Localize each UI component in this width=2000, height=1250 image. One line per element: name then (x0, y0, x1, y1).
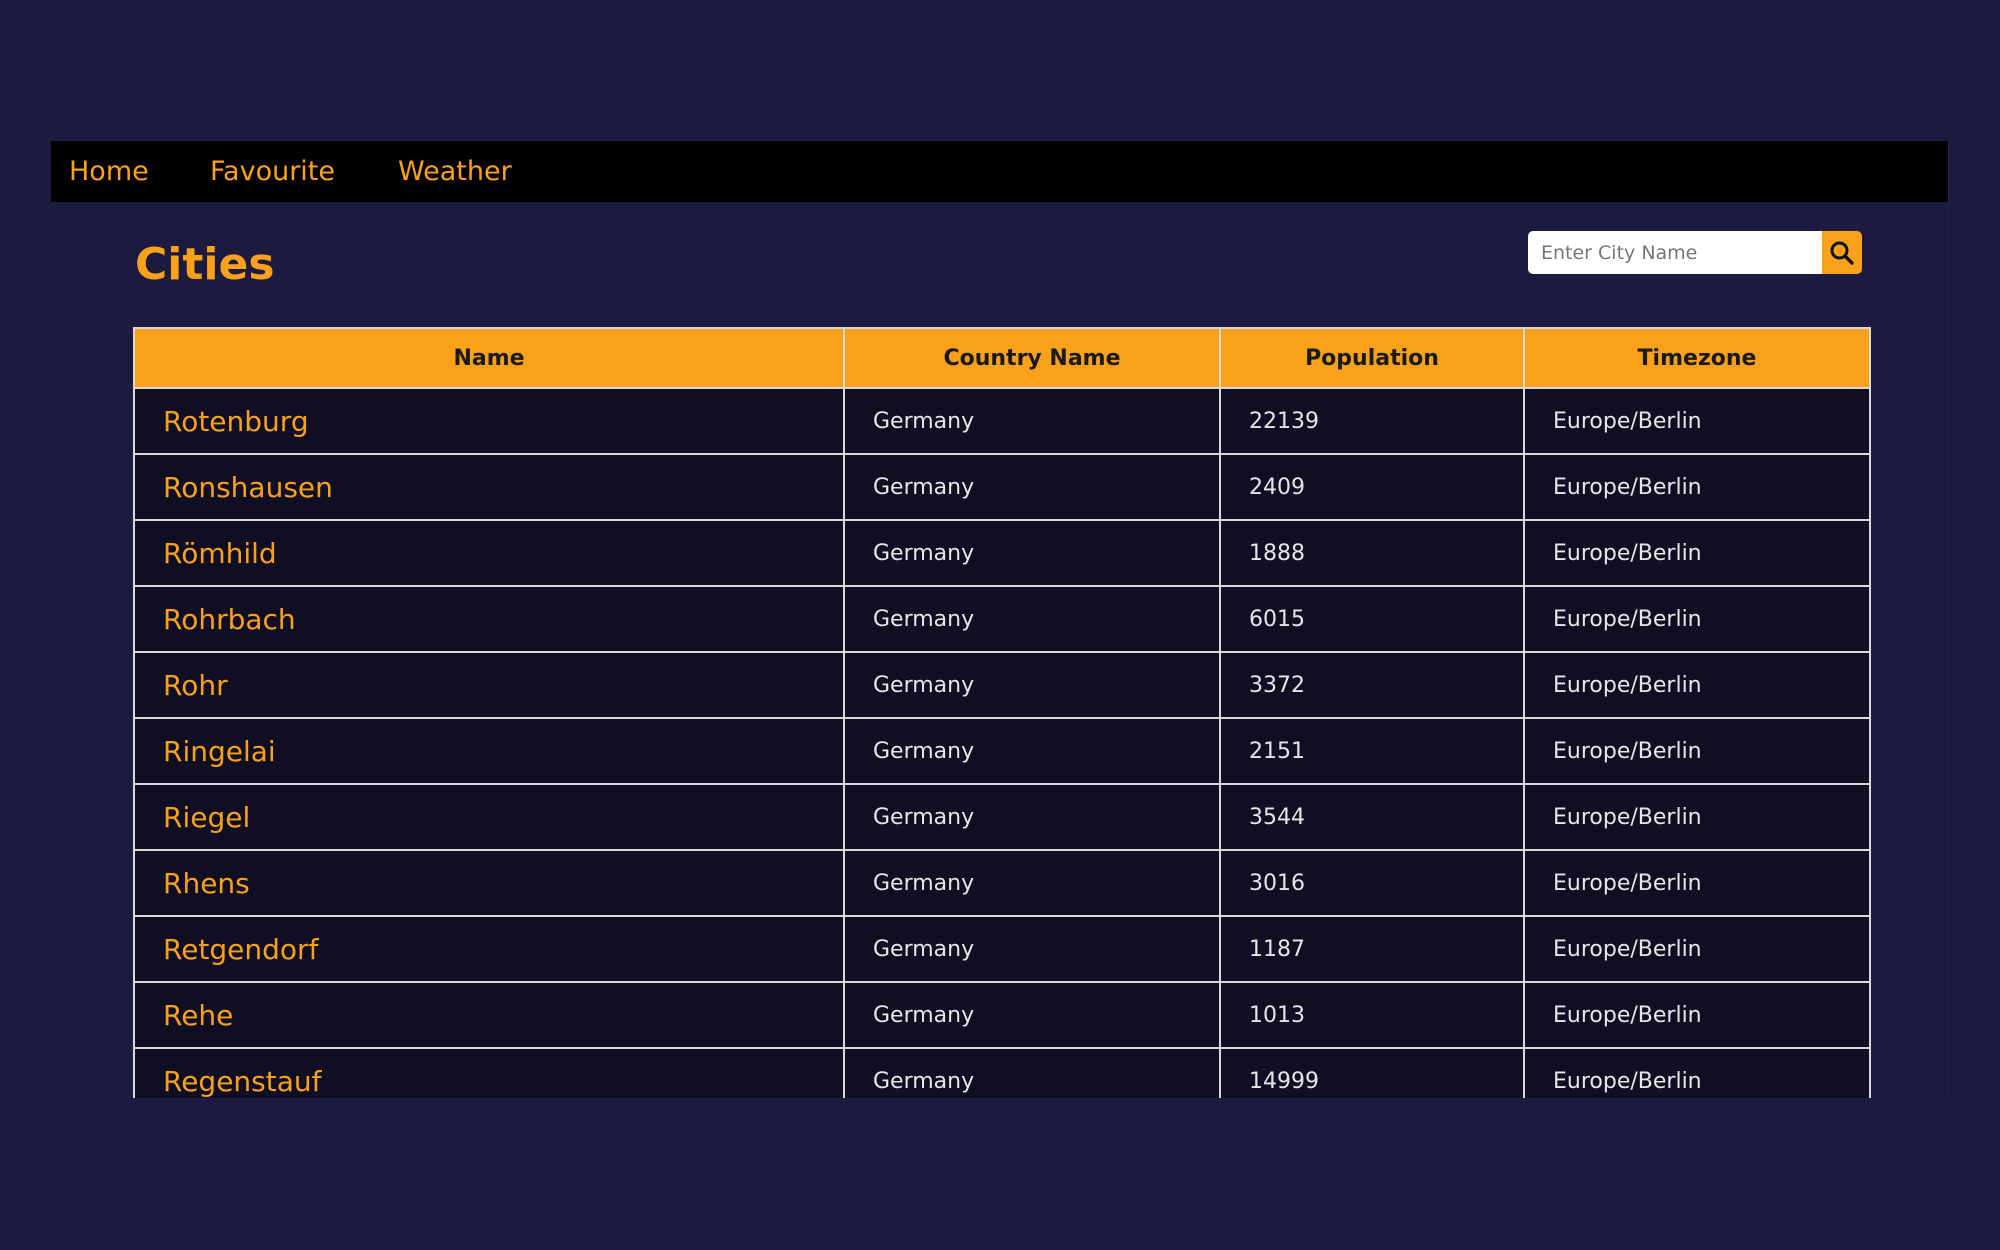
city-name-link[interactable]: Riegel (133, 783, 845, 851)
table-row: Römhild Germany 1888 Europe/Berlin (133, 519, 1871, 587)
timezone-cell: Europe/Berlin (1523, 849, 1871, 917)
table-row: Ringelai Germany 2151 Europe/Berlin (133, 717, 1871, 785)
table-row: Riegel Germany 3544 Europe/Berlin (133, 783, 1871, 851)
timezone-cell: Europe/Berlin (1523, 915, 1871, 983)
city-name-link[interactable]: Ringelai (133, 717, 845, 785)
city-name-link[interactable]: Retgendorf (133, 915, 845, 983)
city-name-link[interactable]: Rohrbach (133, 585, 845, 653)
country-cell: Germany (843, 585, 1221, 653)
timezone-cell: Europe/Berlin (1523, 387, 1871, 455)
timezone-cell: Europe/Berlin (1523, 717, 1871, 785)
country-cell: Germany (843, 387, 1221, 455)
population-cell: 2409 (1219, 453, 1525, 521)
population-cell: 1187 (1219, 915, 1525, 983)
timezone-cell: Europe/Berlin (1523, 981, 1871, 1049)
search-box (1528, 231, 1862, 274)
nav-favourite-link[interactable]: Favourite (210, 141, 335, 202)
population-cell: 22139 (1219, 387, 1525, 455)
timezone-cell: Europe/Berlin (1523, 651, 1871, 719)
country-cell: Germany (843, 453, 1221, 521)
country-cell: Germany (843, 651, 1221, 719)
city-name-link[interactable]: Rhens (133, 849, 845, 917)
country-cell: Germany (843, 1047, 1221, 1098)
table-row: Rohrbach Germany 6015 Europe/Berlin (133, 585, 1871, 653)
population-cell: 3372 (1219, 651, 1525, 719)
population-cell: 14999 (1219, 1047, 1525, 1098)
table-row: Ronshausen Germany 2409 Europe/Berlin (133, 453, 1871, 521)
table-row: Rehe Germany 1013 Europe/Berlin (133, 981, 1871, 1049)
population-cell: 6015 (1219, 585, 1525, 653)
country-cell: Germany (843, 783, 1221, 851)
header-name: Name (133, 327, 845, 389)
timezone-cell: Europe/Berlin (1523, 453, 1871, 521)
population-cell: 3016 (1219, 849, 1525, 917)
nav-home-link[interactable]: Home (69, 141, 149, 202)
country-cell: Germany (843, 981, 1221, 1049)
header-country-name: Country Name (843, 327, 1221, 389)
cities-table: Name Country Name Population Timezone Ro… (133, 327, 1871, 1098)
table-row: Rhens Germany 3016 Europe/Berlin (133, 849, 1871, 917)
header-population: Population (1219, 327, 1525, 389)
country-cell: Germany (843, 849, 1221, 917)
city-name-link[interactable]: Römhild (133, 519, 845, 587)
search-input[interactable] (1528, 231, 1822, 274)
city-name-link[interactable]: Rohr (133, 651, 845, 719)
country-cell: Germany (843, 717, 1221, 785)
city-name-link[interactable]: Rotenburg (133, 387, 845, 455)
navbar: Home Favourite Weather (51, 141, 1948, 202)
table-row: Retgendorf Germany 1187 Europe/Berlin (133, 915, 1871, 983)
timezone-cell: Europe/Berlin (1523, 519, 1871, 587)
population-cell: 2151 (1219, 717, 1525, 785)
timezone-cell: Europe/Berlin (1523, 585, 1871, 653)
city-name-link[interactable]: Ronshausen (133, 453, 845, 521)
header-timezone: Timezone (1523, 327, 1871, 389)
table-row: Rohr Germany 3372 Europe/Berlin (133, 651, 1871, 719)
search-button[interactable] (1822, 231, 1862, 274)
country-cell: Germany (843, 915, 1221, 983)
city-name-link[interactable]: Regenstauf (133, 1047, 845, 1098)
timezone-cell: Europe/Berlin (1523, 783, 1871, 851)
city-name-link[interactable]: Rehe (133, 981, 845, 1049)
population-cell: 3544 (1219, 783, 1525, 851)
population-cell: 1013 (1219, 981, 1525, 1049)
table-row: Rotenburg Germany 22139 Europe/Berlin (133, 387, 1871, 455)
population-cell: 1888 (1219, 519, 1525, 587)
search-icon (1830, 241, 1854, 265)
country-cell: Germany (843, 519, 1221, 587)
table-row: Regenstauf Germany 14999 Europe/Berlin (133, 1047, 1871, 1098)
app-frame: Home Favourite Weather Cities Name Count… (51, 141, 1949, 1098)
timezone-cell: Europe/Berlin (1523, 1047, 1871, 1098)
nav-weather-link[interactable]: Weather (398, 141, 512, 202)
page-title: Cities (135, 239, 275, 290)
table-header-row: Name Country Name Population Timezone (133, 327, 1871, 389)
